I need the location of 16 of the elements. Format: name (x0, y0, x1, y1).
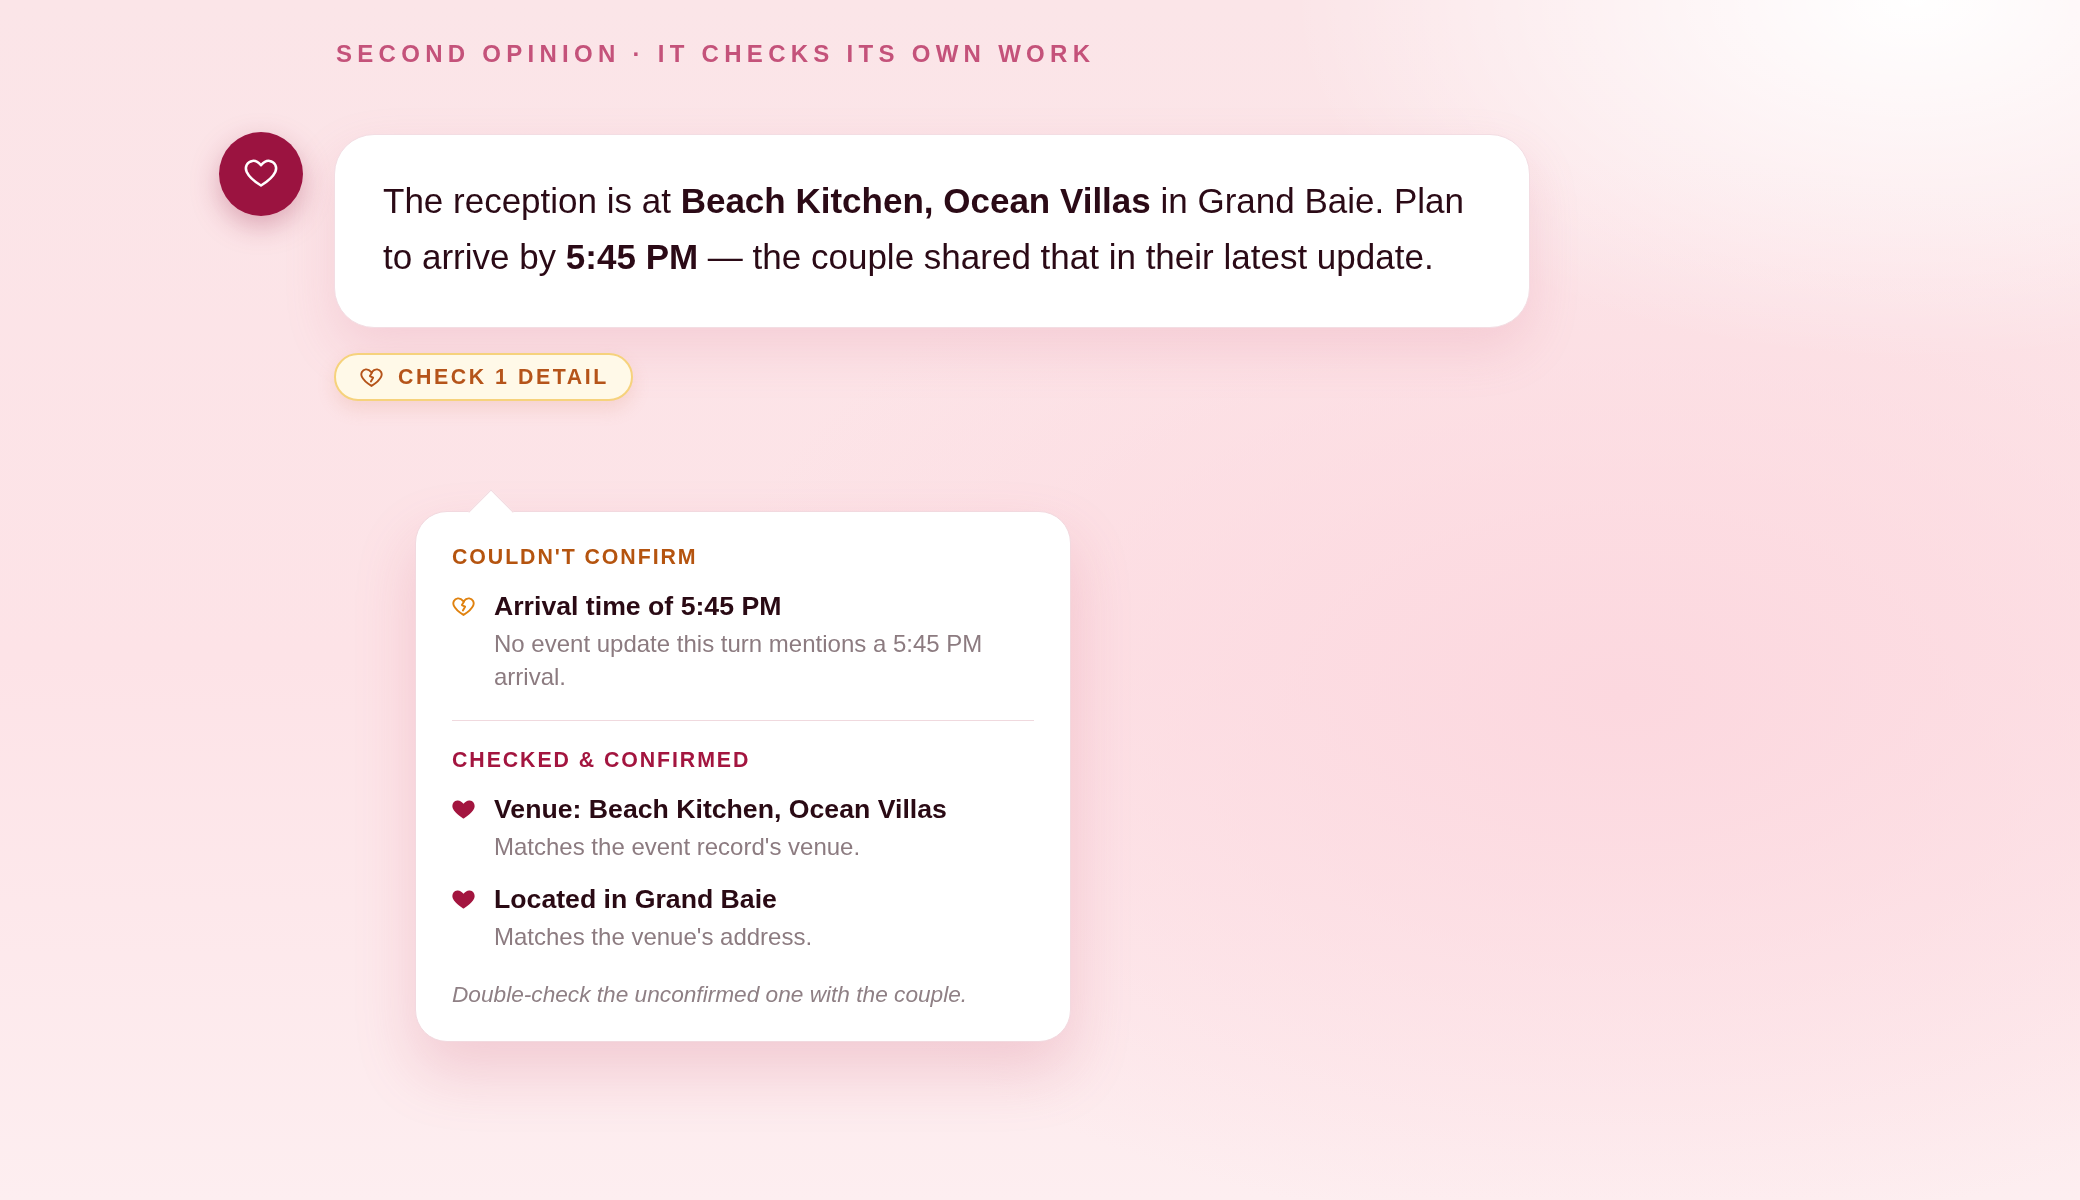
eyebrow-title: SECOND OPINION · IT CHECKS ITS OWN WORK (336, 39, 1096, 69)
broken-heart-icon (360, 367, 383, 387)
check-note: No event update this turn mentions a 5:45 PM arrival. (494, 629, 984, 692)
message-text: The reception is at Beach Kitchen, Ocean Villas in Grand Baie. Plan to arrive by 5:45 PM — the couple shared that in their latest update. (383, 180, 1465, 278)
check-title: Arrival time of 5:45 PM (494, 590, 782, 622)
check-title: Venue: Beach Kitchen, Ocean Villas (494, 793, 947, 825)
heart-icon (452, 890, 475, 909)
section-heading: CHECKED & CONFIRMED (452, 747, 751, 773)
check-note: Matches the event record's venue. (494, 832, 861, 862)
check-note: Matches the venue's address. (494, 922, 813, 952)
check-details-button[interactable]: CHECK 1 DETAIL (334, 353, 633, 401)
footer-note: Double-check the unconfirmed one with the couple. (452, 980, 968, 1009)
section-heading: COULDN'T CONFIRM (452, 544, 698, 570)
broken-heart-icon (452, 597, 475, 616)
heart-icon (452, 800, 475, 819)
check-title: Located in Grand Baie (494, 883, 777, 915)
